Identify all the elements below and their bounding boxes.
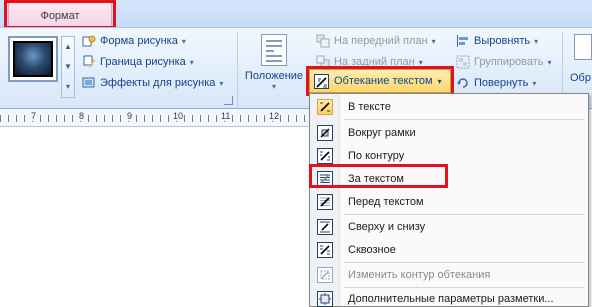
menu-item-more-layout-options[interactable]: Дополнительные параметры разметки...: [310, 288, 588, 307]
wrap-text-menu: В тексте Вокруг рамки По контуру За текс…: [309, 93, 589, 307]
position-icon: [261, 34, 287, 66]
menu-item-behind-text[interactable]: За текстом: [310, 168, 588, 190]
send-back-icon: [316, 55, 330, 69]
tab-format[interactable]: Формат: [8, 2, 112, 28]
ruler-number: 8: [78, 111, 86, 121]
picture-effects-button[interactable]: Эффекты для рисунка ▾: [82, 73, 223, 93]
picture-style-thumbnail[interactable]: [8, 36, 58, 82]
behind-text-icon: [317, 171, 333, 187]
document-page[interactable]: [0, 128, 310, 307]
effects-icon: [82, 76, 96, 90]
menu-item-square[interactable]: Вокруг рамки: [310, 122, 588, 144]
crop-group-label[interactable]: Обр: [570, 68, 591, 88]
align-icon: [456, 34, 470, 48]
styles-gallery-scroll[interactable]: ▲ ▼ ▾: [61, 36, 75, 98]
align-button[interactable]: Выровнять ▾: [456, 31, 538, 51]
border-icon: [82, 55, 96, 69]
picture-shape-button[interactable]: Форма рисунка ▾: [82, 31, 186, 51]
ruler-number: 11: [220, 111, 232, 121]
through-wrap-icon: [317, 242, 333, 258]
ribbon-tab-strip: Формат: [0, 0, 592, 28]
menu-item-top-and-bottom[interactable]: Сверху и снизу: [310, 216, 588, 238]
top-bottom-wrap-icon: [317, 219, 333, 235]
wrap-text-icon: [314, 73, 329, 89]
menu-item-in-line[interactable]: В тексте: [310, 96, 588, 118]
group-icon: [456, 55, 470, 69]
edit-wrap-points-icon: [317, 267, 333, 283]
crop-icon: [574, 34, 592, 60]
more-icon[interactable]: ▾: [62, 77, 74, 97]
square-wrap-icon: [317, 125, 333, 141]
ruler-number: 12: [268, 111, 281, 121]
menu-item-in-front-of-text[interactable]: Перед текстом: [310, 191, 588, 213]
tab-format-label: Формат: [40, 9, 80, 22]
ruler-number: 9: [126, 111, 134, 121]
tight-wrap-icon: [317, 148, 333, 164]
more-layout-options-icon: [317, 291, 333, 307]
in-front-text-icon: [317, 194, 333, 210]
group-button[interactable]: Группировать ▾: [456, 52, 552, 72]
wrap-text-button[interactable]: Обтекание текстом ▾: [309, 69, 451, 93]
picture-border-button[interactable]: Граница рисунка ▾: [82, 52, 194, 72]
menu-item-tight[interactable]: По контуру: [310, 145, 588, 167]
horizontal-ruler: 7 8 9 10 11 12: [0, 109, 310, 127]
menu-item-through[interactable]: Сквозное: [310, 239, 588, 261]
scroll-down-icon[interactable]: ▼: [62, 57, 74, 77]
ruler-number: 7: [30, 111, 38, 121]
scroll-up-icon[interactable]: ▲: [62, 37, 74, 57]
rotate-button[interactable]: Повернуть ▾: [456, 73, 536, 93]
shape-icon: [82, 34, 96, 48]
inline-wrap-icon: [317, 99, 333, 115]
rotate-icon: [456, 76, 470, 90]
picture-styles-launcher-icon[interactable]: [224, 96, 233, 105]
position-button[interactable]: Положение ▾: [244, 34, 304, 106]
bring-to-front-button[interactable]: На передний план ▾: [316, 31, 436, 51]
bring-front-icon: [316, 34, 330, 48]
menu-item-edit-wrap-points[interactable]: Изменить контур обтекания: [310, 264, 588, 286]
ruler-number: 10: [172, 111, 185, 121]
